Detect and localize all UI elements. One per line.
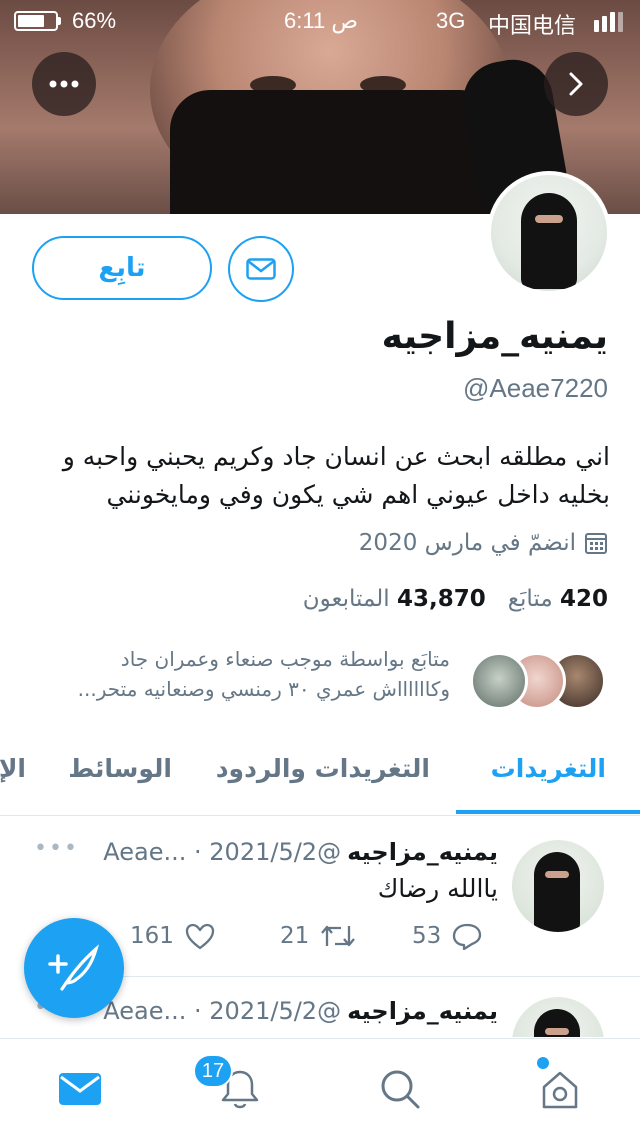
tab-likes[interactable]: الإ <box>0 754 26 783</box>
like-count: 161 <box>130 923 174 949</box>
mail-icon <box>246 258 276 280</box>
bio-line: بخليه داخل عيوني اهم شي يكون وفي ومايخون… <box>106 480 610 509</box>
active-tab-indicator <box>456 810 640 814</box>
tweet-meta: @Aeae... · 2021/5/2 <box>103 997 342 1025</box>
tweet-more-icon[interactable]: ••• <box>34 836 79 861</box>
battery-icon <box>14 11 58 31</box>
battery-tip <box>58 17 61 25</box>
bio-line: اني مطلقه ابحث عن انسان جاد وكريم يحبني … <box>62 442 610 471</box>
status-bar: 66% 6:11 ص 3G 中国电信 <box>0 0 640 40</box>
joined-text: انضمّ في مارس 2020 <box>358 530 576 556</box>
home-new-dot <box>537 1057 549 1069</box>
bottom-navigation <box>0 1038 640 1136</box>
mail-icon <box>59 1073 101 1105</box>
followed-by-line: وكااااااش عمري ٣٠ رمنسي وصنعانيه متحر... <box>77 677 450 701</box>
search-icon <box>381 1070 420 1109</box>
tweet-header: يمنيه_مزاجيه @Aeae... · 2021/5/2 <box>103 838 498 866</box>
avatar-figure <box>521 193 577 289</box>
home-tab[interactable] <box>532 1061 588 1117</box>
followers-count: 43,870 <box>396 586 486 612</box>
network-type: 3G <box>436 8 466 33</box>
following-count: 420 <box>559 586 608 612</box>
more-icon <box>49 80 79 88</box>
following-stat[interactable]: 420 متابَع <box>508 586 608 612</box>
retweet-count: 21 <box>280 923 310 949</box>
profile-stats: 420 متابَع 43,870 المتابعون <box>303 586 608 612</box>
follow-button[interactable]: تابِع <box>32 236 212 300</box>
banner-niqab <box>170 90 500 214</box>
joined-date: انضمّ في مارس 2020 <box>359 530 608 556</box>
profile-bio: اني مطلقه ابحث عن انسان جاد وكريم يحبني … <box>20 438 610 514</box>
heart-icon <box>185 923 215 950</box>
home-icon <box>542 1071 578 1109</box>
retweet-icon <box>321 925 356 947</box>
tweet-text: ياالله رضاك <box>377 874 498 903</box>
followed-by-line: متابَع بواسطة موجب صنعاء وعمران جاد <box>120 647 450 671</box>
chevron-right-icon <box>569 72 583 96</box>
compose-tweet-button[interactable] <box>24 918 124 1018</box>
follower-avatar[interactable] <box>470 652 528 710</box>
message-button[interactable] <box>228 236 294 302</box>
tab-tweets-and-replies[interactable]: التغريدات والردود <box>216 754 430 783</box>
followers-stat[interactable]: 43,870 المتابعون <box>303 586 486 612</box>
back-button[interactable] <box>544 52 608 116</box>
tab-media[interactable]: الوسائط <box>68 754 172 783</box>
tweet-header: يمنيه_مزاجيه @Aeae... · 2021/5/2 <box>103 997 498 1025</box>
followed-by-text[interactable]: متابَع بواسطة موجب صنعاء وعمران جاد وكاا… <box>30 644 450 704</box>
tab-tweets[interactable]: التغريدات <box>491 754 606 783</box>
reply-action[interactable]: 53 <box>412 922 483 950</box>
avatar-figure <box>534 852 580 932</box>
retweet-action[interactable]: 21 <box>280 922 357 950</box>
tweet-avatar[interactable] <box>512 840 604 932</box>
notifications-badge: 17 <box>193 1054 233 1088</box>
status-time: 6:11 ص <box>284 8 358 33</box>
like-action[interactable]: 161 <box>130 922 216 950</box>
search-tab[interactable] <box>372 1061 428 1117</box>
compose-feather-icon <box>48 944 100 991</box>
messages-tab[interactable] <box>52 1061 108 1117</box>
tweet-author-name: يمنيه_مزاجيه <box>347 838 498 866</box>
tweet-author-name: يمنيه_مزاجيه <box>347 997 498 1025</box>
calendar-icon <box>585 533 607 554</box>
followers-label: المتابعون <box>302 586 390 612</box>
profile-avatar[interactable] <box>487 171 611 295</box>
battery-percent: 66% <box>72 8 117 33</box>
following-label: متابَع <box>507 586 553 612</box>
carrier-name: 中国电信 <box>488 13 577 38</box>
reply-count: 53 <box>412 923 442 949</box>
profile-handle: @Aeae7220 <box>463 373 608 403</box>
profile-tabs: التغريدات التغريدات والردود الوسائط الإ <box>0 730 640 816</box>
more-options-button[interactable] <box>32 52 96 116</box>
profile-name: يمنيه_مزاجيه <box>381 316 608 357</box>
tweet-meta: @Aeae... · 2021/5/2 <box>103 838 342 866</box>
avatar-figure <box>534 1009 580 1037</box>
reply-icon <box>453 923 482 950</box>
tweet-avatar[interactable] <box>512 997 604 1037</box>
